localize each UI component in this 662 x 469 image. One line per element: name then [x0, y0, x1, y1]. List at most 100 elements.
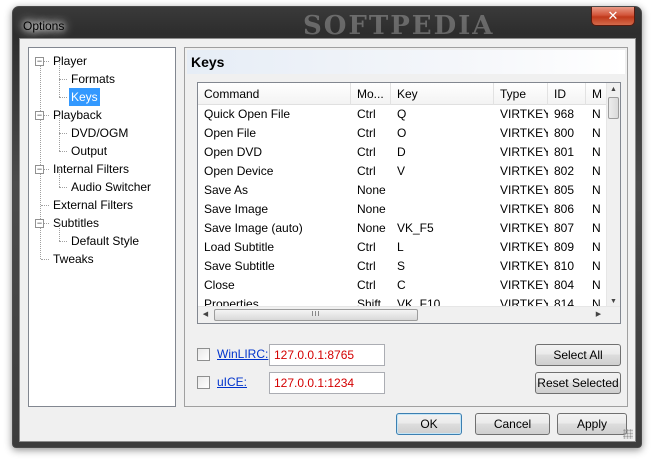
table-cell: VIRTKEY [500, 221, 548, 235]
resize-grip-icon[interactable] [623, 429, 633, 439]
tree-item-external-filters[interactable]: External Filters [29, 196, 175, 214]
table-cell [391, 181, 494, 200]
ok-button[interactable]: OK [396, 413, 462, 435]
tree-item-audio-switcher[interactable]: Audio Switcher [29, 169, 175, 196]
tree-connector-line [59, 241, 67, 242]
apply-button[interactable]: Apply [557, 413, 627, 435]
table-cell: N [592, 107, 601, 121]
tree-item-tweaks[interactable]: Tweaks [29, 250, 175, 268]
table-cell: VK_F5 [397, 221, 434, 235]
horizontal-scroll-thumb[interactable]: III [214, 309, 418, 321]
column-header[interactable]: Command [198, 83, 351, 105]
winlirc-row: WinLIRC: 127.0.0.1:8765 [197, 344, 397, 366]
tree-item-label: External Filters [53, 198, 134, 212]
cancel-button[interactable]: Cancel [475, 413, 550, 435]
table-cell: Save As [204, 183, 249, 197]
table-cell: Ctrl [357, 126, 376, 140]
tree-connector-line [59, 169, 60, 187]
vertical-scroll-thumb[interactable] [608, 97, 619, 119]
table-cell: Open File [204, 126, 257, 140]
scroll-left-icon[interactable]: ◀ [199, 308, 212, 321]
table-cell [391, 200, 494, 219]
tree-item-subtitles[interactable]: Subtitles − [29, 214, 175, 232]
collapse-icon[interactable]: − [35, 111, 44, 120]
tree-item-label: Default Style [71, 234, 140, 248]
table-row[interactable]: Save As None VIRTKEY 805 N [198, 181, 608, 200]
table-cell: None [357, 221, 386, 235]
panel-title: Keys [187, 50, 625, 74]
table-row[interactable]: Save Image (auto) None VK_F5 VIRTKEY 807 N [198, 219, 608, 238]
winlirc-checkbox[interactable] [197, 348, 210, 361]
tree-connector-line [41, 259, 49, 260]
winlirc-address-input[interactable]: 127.0.0.1:8765 [269, 344, 385, 366]
table-cell: Quick Open File [204, 107, 291, 121]
column-header[interactable]: Type [494, 83, 548, 105]
tree-item-internal-filters[interactable]: Internal Filters − [29, 160, 175, 178]
options-tree[interactable]: Player − Formats Keys Playback − DVD/OGM Output… [28, 47, 176, 407]
scroll-up-icon[interactable]: ▲ [607, 83, 620, 96]
table-cell: N [592, 183, 601, 197]
table-row[interactable]: Save Image None VIRTKEY 806 N [198, 200, 608, 219]
winlirc-link[interactable]: WinLIRC: [217, 347, 268, 361]
vertical-scrollbar[interactable]: ▲ ▼ [606, 83, 620, 308]
horizontal-scrollbar[interactable]: ◀ III ▶ [198, 306, 620, 323]
table-cell: 807 [554, 221, 575, 235]
tree-item-player[interactable]: Player − [29, 52, 175, 70]
tree-item-playback[interactable]: Playback − [29, 106, 175, 124]
reset-selected-button[interactable]: Reset Selected [535, 372, 621, 394]
tree-item-dvd-ogm[interactable]: DVD/OGM [29, 115, 175, 142]
table-row[interactable]: Open File Ctrl O VIRTKEY 800 N [198, 124, 608, 143]
table-row[interactable]: Save Subtitle Ctrl S VIRTKEY 810 N [198, 257, 608, 276]
column-header[interactable]: Mo... [351, 83, 391, 105]
close-icon: ✕ [607, 8, 619, 23]
column-header[interactable]: ID [548, 83, 586, 105]
table-cell: Open DVD [204, 145, 263, 159]
collapse-icon[interactable]: − [35, 165, 44, 174]
tree-connector-line [59, 79, 60, 97]
table-cell: N [592, 240, 601, 254]
table-row[interactable]: Load Subtitle Ctrl L VIRTKEY 809 N [198, 238, 608, 257]
scroll-right-icon[interactable]: ▶ [592, 308, 605, 321]
table-row[interactable]: Close Ctrl C VIRTKEY 804 N [198, 276, 608, 295]
table-cell: None [357, 202, 386, 216]
column-header[interactable]: M [586, 83, 608, 105]
table-cell: Load Subtitle [204, 240, 275, 254]
list-body: Quick Open File Ctrl Q VIRTKEY 968 N Open File… [198, 105, 608, 308]
table-row[interactable]: Quick Open File Ctrl Q VIRTKEY 968 N [198, 105, 608, 124]
tree-item-label: Audio Switcher [71, 180, 152, 194]
table-cell: Ctrl [357, 145, 376, 159]
tree-item-output[interactable]: Output [29, 133, 175, 160]
table-cell: S [397, 259, 406, 273]
options-window: Options SOFTPEDIA ✕ Player − Formats Keys Pl… [12, 6, 642, 448]
watermark: SOFTPEDIA [303, 11, 495, 41]
table-cell: None [357, 183, 386, 197]
uice-link[interactable]: uICE: [217, 375, 247, 389]
table-cell: VIRTKEY [500, 107, 548, 121]
column-header[interactable]: Key [391, 83, 494, 105]
table-row[interactable]: Open Device Ctrl V VIRTKEY 802 N [198, 162, 608, 181]
table-cell: 809 [554, 240, 575, 254]
uice-address-input[interactable]: 127.0.0.1:1234 [269, 372, 385, 394]
table-cell: VIRTKEY [500, 278, 548, 292]
table-cell: Q [397, 107, 407, 121]
table-cell: Ctrl [357, 278, 376, 292]
table-cell: Open Device [204, 164, 274, 178]
tree-item-formats[interactable]: Formats [29, 61, 175, 88]
collapse-icon[interactable]: − [35, 219, 44, 228]
keys-list[interactable]: Command Mo... Key Type ID M Quick Open File Ct… [197, 82, 621, 324]
tree-connector-line [59, 223, 60, 241]
uice-checkbox[interactable] [197, 376, 210, 389]
tree-connector-line [59, 133, 67, 134]
table-cell: 806 [554, 202, 575, 216]
collapse-icon[interactable]: − [35, 57, 44, 66]
title-bar[interactable]: Options SOFTPEDIA ✕ [13, 7, 641, 41]
close-button[interactable]: ✕ [591, 7, 635, 26]
select-all-button[interactable]: Select All [535, 344, 621, 366]
keys-panel: Keys Command Mo... Key Type ID M Quick Open F… [184, 47, 628, 407]
tree-item-keys[interactable]: Keys [29, 79, 175, 106]
table-cell: 810 [554, 259, 575, 273]
table-row[interactable]: Open DVD Ctrl D VIRTKEY 801 N [198, 143, 608, 162]
table-cell: Save Image (auto) [204, 221, 303, 235]
table-cell: VIRTKEY [500, 240, 548, 254]
tree-item-default-style[interactable]: Default Style [29, 223, 175, 250]
